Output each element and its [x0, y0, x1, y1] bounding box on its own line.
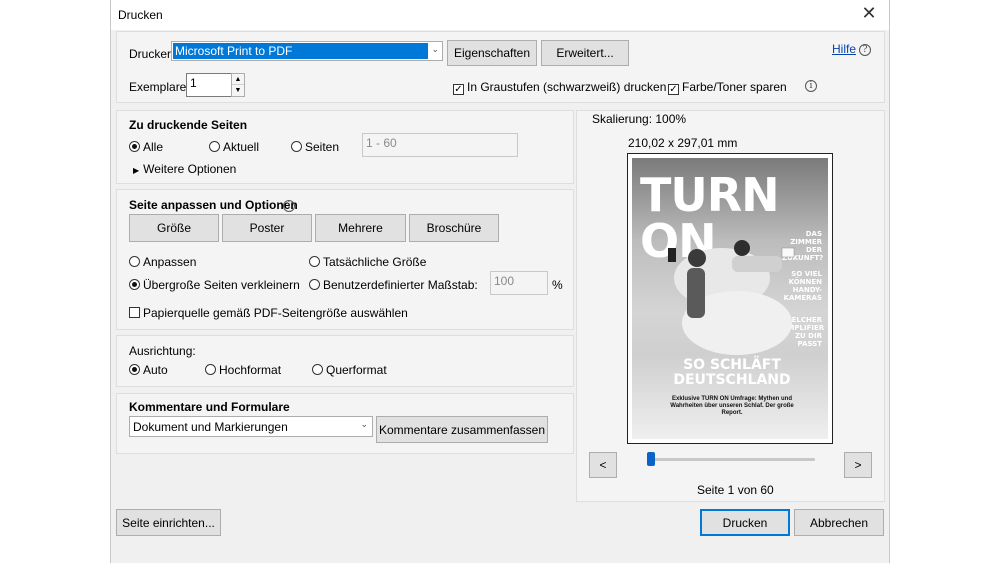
- printer-selected-value: Microsoft Print to PDF: [173, 43, 428, 59]
- cover-headline: SO SCHLÄFT DEUTSCHLAND: [673, 357, 791, 388]
- caret-right-icon: ▶: [133, 166, 140, 175]
- comments-select[interactable]: Dokument und Markierungen ⌄: [129, 416, 373, 437]
- actual-size-radio[interactable]: Tatsächliche Größe: [309, 255, 426, 269]
- radio-icon: [129, 141, 140, 152]
- radio-icon: [309, 279, 320, 290]
- radio-icon: [312, 364, 323, 375]
- grayscale-checkbox[interactable]: ✓ In Graustufen (schwarzweiß) drucken: [453, 80, 666, 95]
- print-dialog: Drucken ✕ Drucker: Microsoft Print to PD…: [110, 0, 890, 563]
- window-title: Drucken: [118, 8, 163, 22]
- pages-current-label: Aktuell: [223, 140, 260, 154]
- help-link[interactable]: Hilfe: [832, 42, 856, 56]
- stepper-up-icon[interactable]: ▲: [232, 74, 244, 85]
- percent-label: %: [552, 278, 563, 292]
- sizing-panel: Seite anpassen und Optionen i Größe Post…: [116, 189, 574, 330]
- page-slider-track[interactable]: [647, 458, 815, 461]
- page-setup-button[interactable]: Seite einrichten...: [116, 509, 221, 536]
- custom-scale-input[interactable]: 100: [490, 271, 548, 295]
- magazine-cover-image: TURN ON DAS ZIMMER DER ZUKUNFT? SO VIEL …: [632, 158, 828, 439]
- custom-scale-radio[interactable]: Benutzerdefinierter Maßstab:: [309, 278, 478, 292]
- comments-panel: Kommentare und Formulare Dokument und Ma…: [116, 393, 574, 454]
- radio-icon: [309, 256, 320, 267]
- more-options-label: Weitere Optionen: [143, 162, 237, 176]
- fit-label: Anpassen: [143, 255, 197, 269]
- chevron-down-icon: ⌄: [431, 44, 439, 54]
- page-slider-thumb[interactable]: [647, 452, 655, 466]
- pages-panel: Zu druckende Seiten Alle Aktuell Seiten …: [116, 110, 574, 184]
- close-icon[interactable]: ✕: [857, 3, 881, 24]
- pages-range-label: Seiten: [305, 140, 340, 154]
- save-toner-label: Farbe/Toner sparen: [682, 80, 787, 94]
- preview-panel: Skalierung: 100% 210,02 x 297,01 mm TURN…: [576, 110, 885, 502]
- info-icon[interactable]: i: [805, 77, 817, 92]
- pages-all-label: Alle: [143, 140, 164, 154]
- properties-button[interactable]: Eigenschaften: [447, 40, 537, 66]
- tab-size[interactable]: Größe: [129, 214, 219, 242]
- save-toner-check-icon: ✓: [668, 84, 679, 95]
- page-dimensions: 210,02 x 297,01 mm: [628, 136, 738, 150]
- radio-icon: [129, 256, 140, 267]
- print-button[interactable]: Drucken: [700, 509, 790, 536]
- custom-scale-label: Benutzerdefinierter Maßstab:: [323, 278, 478, 292]
- paper-source-checkbox[interactable]: Papierquelle gemäß PDF-Seitengröße auswä…: [129, 306, 408, 320]
- grayscale-check-icon: ✓: [453, 84, 464, 95]
- summarize-comments-button[interactable]: Kommentare zusammenfassen: [376, 416, 548, 443]
- sleeping-people-photo: [668, 240, 795, 355]
- tab-poster[interactable]: Poster: [222, 214, 312, 242]
- shrink-radio[interactable]: Übergroße Seiten verkleinern: [129, 278, 300, 292]
- radio-icon: [129, 364, 140, 375]
- orientation-heading: Ausrichtung:: [129, 344, 196, 358]
- check-icon: [129, 307, 140, 318]
- orientation-portrait-radio[interactable]: Hochformat: [205, 363, 281, 377]
- pages-all-radio[interactable]: Alle: [129, 140, 163, 154]
- grayscale-label: In Graustufen (schwarzweiß) drucken: [467, 80, 667, 94]
- orientation-auto-label: Auto: [143, 363, 168, 377]
- page-range-input[interactable]: 1 - 60: [362, 133, 518, 157]
- orientation-auto-radio[interactable]: Auto: [129, 363, 168, 377]
- copies-label: Exemplare:: [129, 80, 190, 94]
- printer-label: Drucker:: [129, 47, 175, 61]
- next-page-button[interactable]: >: [844, 452, 872, 478]
- orientation-landscape-radio[interactable]: Querformat: [312, 363, 387, 377]
- actual-size-label: Tatsächliche Größe: [323, 255, 427, 269]
- stepper-down-icon[interactable]: ▼: [232, 85, 244, 96]
- radio-icon: [129, 279, 140, 290]
- previous-page-button[interactable]: <: [589, 452, 617, 478]
- more-options-toggle[interactable]: ▶ Weitere Optionen: [133, 162, 236, 176]
- advanced-button[interactable]: Erweitert...: [541, 40, 629, 66]
- pages-current-radio[interactable]: Aktuell: [209, 140, 259, 154]
- copies-stepper[interactable]: ▲ ▼: [231, 73, 245, 97]
- page-status: Seite 1 von 60: [697, 483, 774, 497]
- scaling-label: Skalierung: 100%: [592, 112, 687, 126]
- help-icon[interactable]: ?: [859, 41, 871, 56]
- radio-icon: [205, 364, 216, 375]
- tab-multiple[interactable]: Mehrere: [315, 214, 406, 242]
- orientation-portrait-label: Hochformat: [219, 363, 282, 377]
- save-toner-checkbox[interactable]: ✓ Farbe/Toner sparen: [668, 80, 787, 95]
- copies-input[interactable]: 1: [186, 73, 232, 97]
- page-preview: TURN ON DAS ZIMMER DER ZUKUNFT? SO VIEL …: [627, 153, 833, 444]
- sizing-heading: Seite anpassen und Optionen: [129, 198, 298, 212]
- pages-heading: Zu druckende Seiten: [129, 118, 248, 132]
- printer-select[interactable]: Microsoft Print to PDF ⌄: [171, 41, 443, 61]
- paper-source-label: Papierquelle gemäß PDF-Seitengröße auswä…: [143, 306, 408, 320]
- orientation-panel: Ausrichtung: Auto Hochformat Querformat: [116, 335, 574, 387]
- shrink-label: Übergroße Seiten verkleinern: [143, 278, 300, 292]
- radio-icon: [291, 141, 302, 152]
- title-bar: Drucken ✕: [111, 0, 889, 30]
- sizing-info-icon[interactable]: i: [283, 197, 295, 212]
- printer-panel: Drucker: Microsoft Print to PDF ⌄ Eigens…: [116, 31, 885, 103]
- tab-booklet[interactable]: Broschüre: [409, 214, 499, 242]
- orientation-landscape-label: Querformat: [326, 363, 387, 377]
- comments-selected-value: Dokument und Markierungen: [133, 420, 288, 434]
- fit-radio[interactable]: Anpassen: [129, 255, 196, 269]
- cancel-button[interactable]: Abbrechen: [794, 509, 884, 536]
- radio-icon: [209, 141, 220, 152]
- comments-heading: Kommentare und Formulare: [129, 400, 290, 414]
- chevron-down-icon: ⌄: [360, 419, 368, 429]
- cover-subline: Exklusive TURN ON Umfrage: Mythen und Wa…: [670, 396, 794, 416]
- pages-range-radio[interactable]: Seiten: [291, 140, 339, 154]
